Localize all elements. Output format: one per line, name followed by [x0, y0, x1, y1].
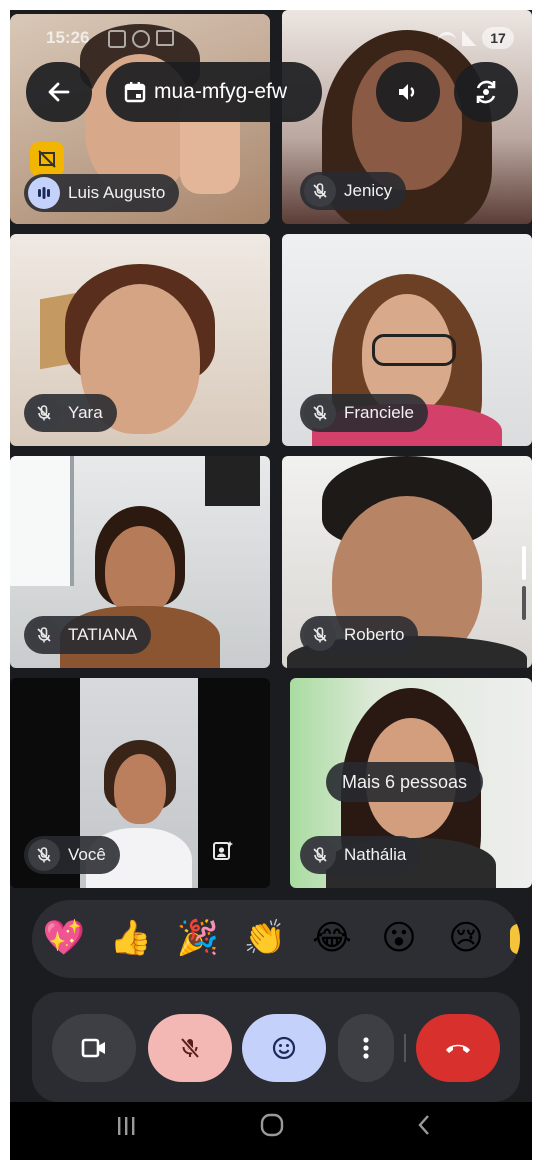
back-nav-button[interactable] — [394, 1112, 454, 1146]
participant-name: Jenicy — [344, 181, 393, 200]
video-figure — [105, 526, 175, 616]
participant-name: TATIANA — [68, 625, 138, 644]
speaker-bg — [205, 456, 260, 506]
switch-camera-button[interactable] — [454, 62, 518, 122]
divider — [404, 1034, 406, 1062]
more-options-button[interactable] — [338, 1014, 394, 1082]
participant-tile-tatiana[interactable]: TATIANA — [10, 456, 270, 668]
participant-tile-franciele[interactable]: Franciele — [282, 234, 532, 446]
reaction-sparkling-heart[interactable]: 💖 — [40, 916, 88, 960]
mic-off-icon — [313, 627, 327, 643]
name-chip: Luis Augusto — [24, 174, 180, 212]
audio-output-button[interactable] — [376, 62, 440, 122]
call-controls — [32, 992, 520, 1102]
mic-muted-indicator — [304, 619, 336, 651]
mic-muted-indicator — [28, 839, 60, 871]
reaction-crying[interactable]: 😢 — [442, 916, 490, 960]
audio-wave-icon — [38, 187, 50, 199]
mic-muted-indicator — [28, 397, 60, 429]
reaction-tears-of-joy[interactable]: 😂 — [308, 916, 356, 960]
scroll-indicator[interactable] — [522, 546, 526, 580]
smile-icon — [272, 1036, 296, 1060]
emoji-reactions-button[interactable] — [242, 1014, 326, 1082]
participant-name: Luis Augusto — [68, 183, 166, 202]
mic-off-icon — [37, 627, 51, 643]
frame-off-icon — [38, 150, 56, 168]
name-chip: Jenicy — [300, 172, 407, 210]
scroll-indicator[interactable] — [522, 586, 526, 620]
glasses — [372, 334, 456, 366]
participant-name: Yara — [68, 403, 103, 422]
reaction-clapping[interactable]: 👏 — [241, 916, 289, 960]
name-chip: Roberto — [300, 616, 419, 654]
name-chip: Nathália — [300, 836, 421, 874]
system-nav-bar — [10, 1102, 532, 1160]
mic-off-icon — [37, 405, 51, 421]
more-vert-icon — [363, 1037, 369, 1059]
mic-off-icon — [37, 847, 51, 863]
participant-name: Franciele — [344, 403, 414, 422]
battery-indicator: 17 — [482, 27, 514, 49]
calendar-icon — [124, 82, 146, 103]
video-figure — [114, 754, 166, 824]
status-time: 15:26 — [46, 28, 90, 47]
mic-off-icon — [180, 1037, 200, 1059]
name-chip: Yara — [24, 394, 117, 432]
participant-name: Roberto — [344, 625, 405, 644]
meet-screen: Luis Augusto Jenicy Yara Franciele TATIA… — [10, 10, 532, 1160]
home-icon — [260, 1113, 284, 1137]
notification-icon — [108, 30, 126, 48]
name-chip: Você — [24, 836, 120, 874]
recent-apps-icon — [118, 1117, 135, 1135]
whatsapp-icon — [132, 30, 150, 48]
signal-icon — [462, 30, 476, 46]
speaking-indicator — [28, 177, 60, 209]
more-people-chip[interactable]: Mais 6 pessoas — [326, 762, 484, 802]
reactions-bar[interactable]: 💖 👍 🎉 👏 😂 😮 😢 — [32, 900, 520, 978]
mic-muted-indicator — [28, 619, 60, 651]
reaction-partial-next[interactable] — [510, 924, 520, 954]
no-video-badge — [30, 142, 64, 176]
participant-name: Você — [68, 845, 106, 864]
status-icons — [108, 30, 174, 48]
arrow-back-icon — [48, 82, 70, 102]
reaction-thumbs-up[interactable]: 👍 — [107, 916, 155, 960]
name-chip: Franciele — [300, 394, 428, 432]
mic-off-icon — [313, 183, 327, 199]
mic-off-icon — [313, 847, 327, 863]
mic-toggle-button[interactable] — [148, 1014, 232, 1082]
speaker-icon — [399, 84, 415, 100]
participant-tile-self[interactable]: Você — [10, 678, 270, 888]
mic-muted-indicator — [304, 839, 336, 871]
reaction-party-popper[interactable]: 🎉 — [174, 916, 222, 960]
end-call-button[interactable] — [416, 1014, 500, 1082]
participant-tile-nathalia[interactable]: Mais 6 pessoas Nathália — [290, 678, 532, 888]
camera-icon — [81, 1038, 105, 1058]
flip-camera-icon — [476, 80, 496, 104]
recent-apps-button[interactable] — [96, 1112, 156, 1146]
mic-muted-indicator — [304, 175, 336, 207]
mic-muted-indicator — [304, 397, 336, 429]
window-bg — [10, 456, 74, 586]
meeting-info-button[interactable]: mua-mfyg-efw — [106, 62, 322, 122]
battery-level: 17 — [490, 30, 506, 46]
effects-button[interactable] — [206, 834, 240, 868]
name-chip: TATIANA — [24, 616, 152, 654]
more-people-label: Mais 6 pessoas — [342, 771, 468, 792]
end-call-icon — [446, 1044, 470, 1053]
mic-off-icon — [313, 405, 327, 421]
cast-icon — [156, 30, 174, 46]
participant-tile-yara[interactable]: Yara — [10, 234, 270, 446]
participant-name: Nathália — [344, 845, 407, 864]
home-button[interactable] — [242, 1112, 302, 1146]
wifi-icon — [438, 32, 456, 49]
portrait-sparkle-icon — [213, 841, 233, 860]
back-button[interactable] — [26, 62, 92, 122]
participant-tile-roberto[interactable]: Roberto — [282, 456, 532, 668]
meeting-code: mua-mfyg-efw — [154, 80, 288, 103]
camera-button[interactable] — [52, 1014, 136, 1082]
chevron-left-icon — [418, 1115, 429, 1135]
reaction-surprised[interactable]: 😮 — [375, 916, 423, 960]
